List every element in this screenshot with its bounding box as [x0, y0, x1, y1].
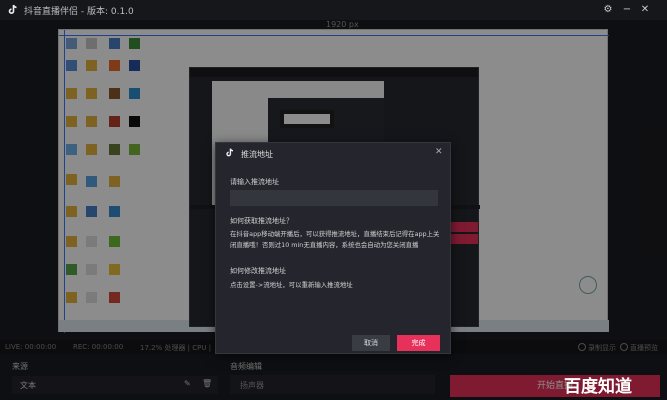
stream-url-input[interactable] [230, 190, 438, 206]
watermark-text: 百度知道 [564, 377, 632, 397]
tiktok-logo-icon [8, 4, 17, 14]
minimize-icon[interactable]: − [620, 3, 634, 17]
baidu-zhidao-watermark: 百度知道 [560, 370, 664, 398]
window-title: 抖音直播伴侣 - 版本: 0.1.0 [24, 7, 134, 17]
close-icon[interactable]: ✕ [638, 3, 652, 17]
close-icon[interactable]: ✕ [435, 147, 443, 157]
help-question-change-url: 如何修改推流地址 [230, 267, 286, 275]
done-button[interactable]: 完成 [397, 335, 440, 351]
gear-icon[interactable]: ⚙ [601, 3, 615, 17]
stream-url-label: 请输入推流地址 [230, 178, 279, 186]
help-answer-get-url: 在抖音app移动端开播后，可以获得推流地址，直播结束后记得在app上关闭直播哦！… [230, 230, 440, 249]
title-bar: 抖音直播伴侣 - 版本: 0.1.0 ⚙ − ✕ [0, 0, 667, 20]
help-answer-change-url: 点击设置->流地址，可以重新输入推流地址 [230, 281, 353, 289]
dialog-title: 推流地址 [241, 150, 273, 159]
stream-url-dialog: 推流地址 ✕ 请输入推流地址 如何获取推流地址？ 在抖音app移动端开播后，可以… [215, 142, 451, 354]
help-question-get-url: 如何获取推流地址？ [230, 217, 293, 225]
tiktok-logo-icon [226, 148, 234, 157]
cancel-button[interactable]: 取消 [352, 335, 390, 351]
app-window: 抖音直播伴侣 - 版本: 0.1.0 ⚙ − ✕ 1920 px LIVE: 0… [0, 0, 667, 400]
